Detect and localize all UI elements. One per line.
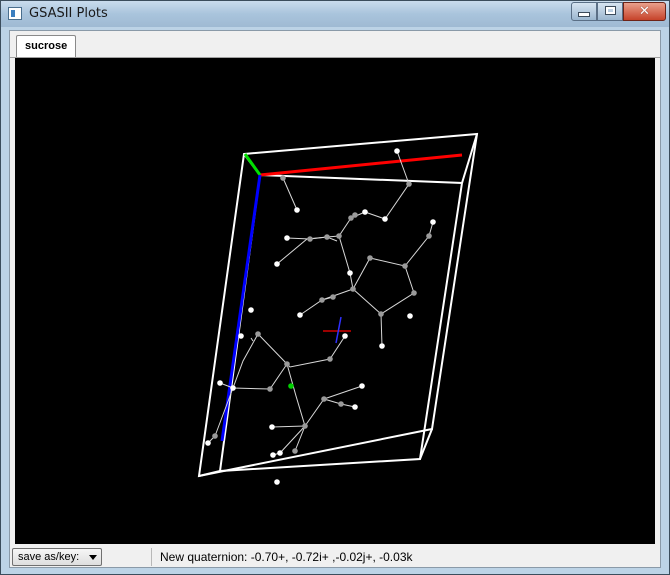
atom: [430, 219, 436, 225]
unit-cell-edge: [461, 133, 478, 184]
atom: [352, 404, 358, 410]
atom: [274, 261, 280, 267]
atom: [348, 215, 354, 221]
atom: [324, 234, 330, 240]
bond: [304, 398, 356, 427]
bond: [272, 425, 306, 456]
save-as-key-label: save as/key:: [18, 551, 80, 563]
atom: [406, 181, 412, 187]
atom: [336, 233, 342, 239]
tab-sucrose[interactable]: sucrose: [16, 35, 77, 57]
unit-cell-edge: [198, 470, 221, 477]
atom: [280, 175, 286, 181]
gsas-window-icon: [8, 7, 22, 20]
status-text: New quaternion: -0.70+, -0.72i+ ,-0.02j+…: [160, 550, 413, 564]
bond: [250, 337, 254, 342]
atom: [248, 307, 254, 313]
bond: [257, 333, 346, 368]
atom: [402, 263, 408, 269]
status-bar: save as/key: New quaternion: -0.70+, -0.…: [10, 544, 660, 567]
atom: [277, 450, 283, 456]
atom: [230, 385, 236, 391]
atom: [307, 236, 313, 242]
view-center-y: [335, 316, 342, 344]
save-as-key-dropdown[interactable]: save as/key:: [12, 548, 102, 566]
window-title: GSASII Plots: [29, 6, 108, 21]
bond: [299, 288, 354, 316]
atom: [359, 383, 365, 389]
atom: [382, 216, 388, 222]
atom: [302, 423, 308, 429]
plot-tab-bar: sucrose: [10, 31, 660, 58]
atom: [362, 209, 368, 215]
atom: [426, 233, 432, 239]
minimize-icon: [578, 12, 590, 17]
bond: [276, 236, 328, 265]
close-button[interactable]: ✕: [623, 2, 666, 21]
plot-panel: sucrose save as/key: New quaternion: -0.…: [9, 30, 661, 568]
unit-cell-back-face: [218, 173, 464, 473]
bond: [282, 177, 298, 211]
atom: [297, 312, 303, 318]
maximize-icon: [604, 6, 616, 15]
atom: [330, 294, 336, 300]
status-separator: [151, 548, 152, 566]
structure-drawing: [197, 132, 479, 485]
close-icon: ✕: [639, 4, 650, 19]
atom: [407, 313, 413, 319]
gsasii-plots-window: GSASII Plots ✕ sucrose save as/key: New …: [0, 0, 670, 575]
structure-3d-canvas[interactable]: [15, 58, 655, 544]
atom: [350, 286, 356, 292]
atom: [342, 333, 348, 339]
atom: [205, 440, 211, 446]
atom: [327, 356, 333, 362]
bond: [286, 363, 306, 452]
maximize-button[interactable]: [597, 2, 623, 21]
atom: [269, 424, 275, 430]
atom: [338, 401, 344, 407]
bond: [404, 221, 434, 267]
atom: [270, 452, 276, 458]
atom: [319, 297, 325, 303]
bond: [338, 235, 354, 290]
atom: [284, 361, 290, 367]
atom: [379, 343, 385, 349]
atom: [347, 270, 353, 276]
atom: [274, 479, 280, 485]
atom: [321, 396, 327, 402]
atom: [367, 255, 373, 261]
bond: [323, 385, 363, 400]
atom: [284, 235, 290, 241]
atom: [288, 383, 294, 389]
atom: [267, 386, 273, 392]
bond: [271, 425, 306, 428]
chevron-down-icon: [89, 555, 97, 560]
atom: [394, 148, 400, 154]
title-bar[interactable]: GSASII Plots ✕: [1, 1, 669, 27]
atom: [212, 433, 218, 439]
axis-a-line: [259, 153, 463, 177]
atom: [217, 380, 223, 386]
bond: [380, 313, 383, 347]
bond: [326, 211, 366, 238]
minimize-button[interactable]: [571, 2, 597, 21]
atom: [292, 448, 298, 454]
atom: [255, 331, 261, 337]
axis-b-line: [243, 153, 262, 176]
atom: [238, 333, 244, 339]
atom: [411, 290, 417, 296]
atom: [294, 207, 300, 213]
atom: [378, 311, 384, 317]
